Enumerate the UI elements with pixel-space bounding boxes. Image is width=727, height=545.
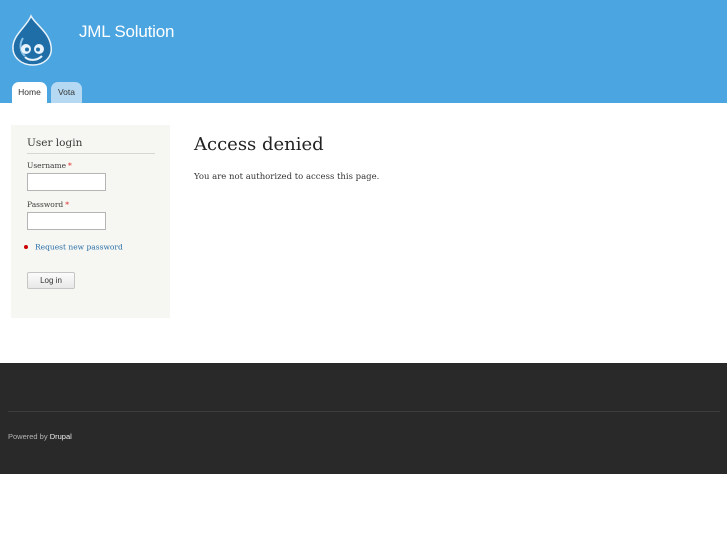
- access-denied-message: You are not authorized to access this pa…: [194, 172, 380, 182]
- required-marker: *: [65, 200, 69, 209]
- block-title: User login: [27, 137, 155, 154]
- tab-home[interactable]: Home: [12, 82, 47, 103]
- site-footer: Powered by Drupal: [0, 363, 727, 474]
- username-label-text: Username: [27, 161, 67, 170]
- powered-by: Powered by Drupal: [8, 432, 72, 441]
- username-label: Username *: [27, 161, 72, 170]
- page-title: Access denied: [194, 134, 324, 155]
- password-label-text: Password: [27, 200, 64, 209]
- log-in-button[interactable]: Log in: [27, 272, 75, 289]
- user-login-block: User login Username * Password * Request n…: [11, 125, 170, 318]
- powered-by-prefix: Powered by: [8, 432, 48, 441]
- footer-divider: [8, 411, 720, 412]
- password-label: Password *: [27, 200, 69, 209]
- bullet-icon: [24, 245, 28, 249]
- site-name-link[interactable]: JML Solution: [79, 22, 174, 42]
- tab-vota[interactable]: Vota: [51, 82, 82, 103]
- request-new-password-link[interactable]: Request new password: [35, 243, 123, 252]
- required-marker: *: [68, 161, 72, 170]
- site-header: JML Solution Home Vota: [0, 0, 727, 103]
- request-password-item: Request new password: [24, 242, 123, 252]
- drupal-logo-icon[interactable]: [9, 14, 57, 66]
- password-input[interactable]: [27, 212, 106, 230]
- username-input[interactable]: [27, 173, 106, 191]
- drupal-link[interactable]: Drupal: [50, 432, 72, 441]
